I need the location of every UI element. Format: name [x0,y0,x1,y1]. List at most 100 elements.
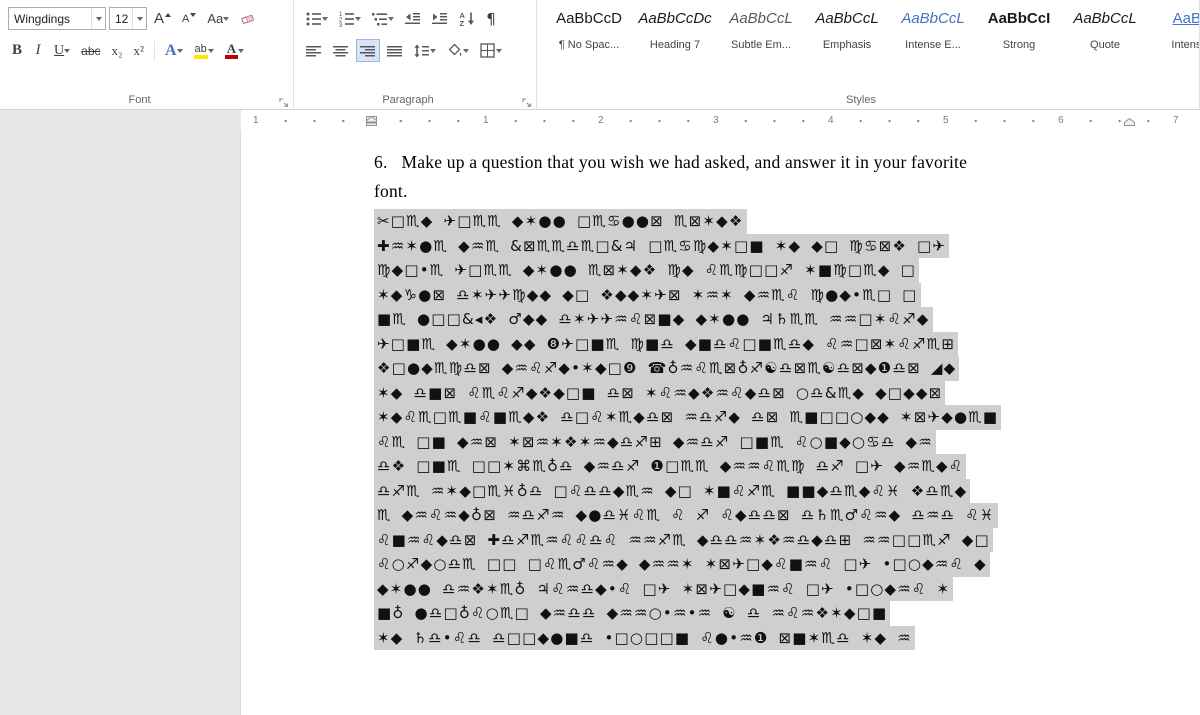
align-left-button[interactable] [302,39,326,62]
question-paragraph[interactable]: 6. Make up a question that you wish we ha… [374,148,1200,177]
selected-wingdings-line[interactable]: ♎❖ □■♏ □□✶⌘♏♁♎ ◆♒♎♐ ❶□♏♏ ◆♒♒♌♏♍ ♎♐ □✈ ◆♒… [374,454,967,479]
style-preview: AaBb [1172,10,1199,27]
grow-font-letter: A [154,10,165,27]
selected-wingdings-line[interactable]: ■♁ ●♎□♁♌○♏□ ◆♒♎♎ ◆♒♒○•♒•♒ ☯ ♎ ♒♌♒❖✶◆□■ [374,601,891,626]
selected-wingdings-line[interactable]: ✶◆ ♎■⊠ ♌♏♌♐◆❖◆□■ ♎⊠ ✶♌♒◆❖♒♌◆♎⊠ ○♎&♏◆ ◆□◆… [374,380,946,405]
chevron-down-icon [176,48,183,53]
chevron-down-icon [463,48,469,53]
font-name-select[interactable]: Wingdings [8,7,106,30]
style-strong[interactable]: AaBbCcI Strong [977,8,1061,51]
style-subtle-emphasis[interactable]: AaBbCcL Subtle Em... [719,8,803,51]
subscript-button[interactable]: x₂ [108,39,127,62]
style-intense-reference[interactable]: AaBb Intens... [1149,8,1199,51]
line-spacing-button[interactable] [410,39,440,62]
svg-text:3: 3 [339,23,343,27]
selected-wingdings-line[interactable]: ✂□♏◆ ✈□♏♏ ◆✶●● □♏♋●●⊠ ♏⊠✶◆❖ [374,209,747,234]
font-dialog-launcher[interactable] [279,95,289,108]
selected-wingdings-line[interactable]: ♏ ◆♒♌♒◆♁⊠ ♒♎♐♒ ◆●♎♓♌♏ ♌ ♐ ♌◆♎♎⊠ ♎♄♏♂♌♒◆ … [374,503,998,528]
selected-wingdings-line[interactable]: ✈□■♏ ◆✶●● ◆◆ ❽✈□■♏ ♍■♎ ◆■♎♌□■♏♎◆ ♌♒□⊠✶♌♐… [374,331,959,356]
selected-wingdings-line[interactable]: ✶◆♑●⊠ ♎✶✈✈♍◆◆ ◆□ ❖◆◆✶✈⊠ ✶♒✶ ◆♒♏♌ ♍●◆•♏□ … [374,282,921,307]
text-highlight-button[interactable]: ab [190,39,218,62]
selected-wingdings-line[interactable]: ❖□●◆♏♍♎⊠ ◆♒♌♐◆•✶◆□❾ ☎♁♒♌♏⊠♁♐☯♎⊠♏☯♎⊠◆❶♎⊠ … [374,356,960,381]
style-label: ¶ No Spac... [558,39,620,51]
up-arrow-icon [165,12,172,17]
align-center-button[interactable] [329,39,353,62]
italic-button[interactable]: I [29,39,47,62]
chevron-down-icon[interactable] [132,8,146,29]
justify-icon [387,45,402,56]
style-emphasis[interactable]: AaBbCcL Emphasis [805,8,889,51]
justify-button[interactable] [383,39,407,62]
align-left-icon [306,45,321,56]
right-indent-marker[interactable] [1124,113,1135,131]
horizontal-ruler[interactable]: 1 1 2 3 4 5 6 7 [0,110,1200,132]
word-window: Wingdings 12 A A Aa B I U abc x₂ x² A ab… [0,0,1200,715]
ruler-number: 7 [1170,114,1182,127]
styles-group-label: Styles [846,94,876,106]
bullets-button[interactable] [302,7,332,30]
divider [153,40,155,61]
style-label: Heading 7 [649,39,701,51]
sort-button[interactable]: AZ [455,7,479,30]
underline-button[interactable]: U [50,39,74,62]
shrink-font-button[interactable]: A [178,7,200,30]
chevron-down-icon[interactable] [91,8,105,29]
style-preview: AaBbCcL [901,10,965,27]
font-color-button[interactable]: A [221,39,248,62]
selected-wingdings-line[interactable]: ✶◆ ♄♎•♌♎ ♎□□◆●■♎ •□○□□■ ♌●•♒❶ ⊠■✶♏♎ ✶◆ ♒ [374,625,915,650]
italic-label: I [35,42,41,58]
clear-formatting-button[interactable] [236,7,260,30]
style-no-spacing[interactable]: AaBbCcD ¶ No Spac... [547,8,631,51]
ruler-number: 5 [940,114,952,127]
style-heading-7[interactable]: AaBbCcDc Heading 7 [633,8,717,51]
change-case-button[interactable]: Aa [203,7,233,30]
selected-wingdings-line[interactable]: ♌■♒♌◆♎⊠ ✚♎♐♏♒♌♌♎♌ ♒♒♐♏ ◆♎♎♒✶❖♒♎◆♎⊞ ♒♒□□♏… [374,527,993,552]
chevron-down-icon [355,16,361,21]
svg-text:Z: Z [460,19,465,27]
paragraph-dialog-launcher[interactable] [522,95,532,108]
ribbon: Wingdings 12 A A Aa B I U abc x₂ x² A ab… [0,0,1200,110]
multilevel-list-button[interactable] [368,7,398,30]
document-page[interactable]: 6. Make up a question that you wish we ha… [241,132,1200,715]
shrink-font-letter: A [182,12,190,25]
wingdings-answer-block[interactable]: ✂□♏◆ ✈□♏♏ ◆✶●● □♏♋●●⊠ ♏⊠✶◆❖ ✚♒✶●♏ ◆♒♏ &⊠… [374,209,1200,650]
selected-wingdings-line[interactable]: ♍◆□•♏ ✈□♏♏ ◆✶●● ♏⊠✶◆❖ ♍◆ ♌♏♍□□♐ ✶■♍□♏◆ □ [374,258,919,283]
style-preview: AaBbCcL [729,10,793,27]
font-size-select[interactable]: 12 [109,7,147,30]
selected-wingdings-line[interactable]: ♌○♐◆○♎♏ □□ □♌♏♂♌♒◆ ◆♒♒✶ ✶⊠✈□◆♌■♒♌ □✈ •□○… [374,552,990,577]
bold-button[interactable]: B [8,39,26,62]
selected-wingdings-line[interactable]: ■♏ ●□□&◂❖ ♂◆◆ ♎✶✈✈♒♌⊠■◆ ◆✶●● ♃♄♏♏ ♒♒□✶♌♐… [374,307,933,332]
align-right-icon [360,45,375,56]
decrease-indent-button[interactable] [401,7,425,30]
selected-wingdings-line[interactable]: ◆✶●● ♎♒❖✶♏♁ ♃♌♒♎◆•♌ □✈ ✶⊠✈□◆■♒♌ □✈ •□○◆♒… [374,576,954,601]
font-group-label: Font [128,94,151,106]
paint-bucket-icon [448,43,462,56]
bullet-list-icon [306,12,321,25]
hanging-indent-marker[interactable] [366,113,377,131]
superscript-button[interactable]: x² [130,39,148,62]
grow-font-button[interactable]: A [150,7,175,30]
style-quote[interactable]: AaBbCcL Quote [1063,8,1147,51]
align-right-button[interactable] [356,39,380,62]
shading-button[interactable] [443,39,473,62]
text-effects-button[interactable]: A [161,39,187,62]
style-label: Emphasis [822,39,872,51]
style-intense-emphasis[interactable]: AaBbCcL Intense E... [891,8,975,51]
font-name-value: Wingdings [14,11,71,26]
selected-wingdings-line[interactable]: ✚♒✶●♏ ◆♒♏ &⊠♏♏♎♏□&♃ □♏♋♍◆✶□■ ✶◆ ◆□ ♍♋⊠❖ … [374,233,950,258]
selected-wingdings-line[interactable]: ♎♐♏ ♒✶◆□♏♓♁♎ □♌♎♎◆♏♒ ◆□ ✶■♌♐♏ ■■◆♎♏◆♌♓ ❖… [374,478,971,503]
strikethrough-button[interactable]: abc [77,39,104,62]
borders-button[interactable] [476,39,506,62]
font-size-value: 12 [115,11,129,26]
selected-wingdings-line[interactable]: ✶◆♌♏□♏■♌■♏◆❖ ♎□♌✶♏◆♎⊠ ♒♎♐◆ ♎⊠ ♏■□□○◆◆ ✶⊠… [374,405,1002,430]
numbering-button[interactable]: 123 [335,7,365,30]
ruler-number: 6 [1055,114,1067,127]
style-label: Intense E... [905,39,961,51]
chevron-down-icon [322,16,328,21]
style-label: Intens... [1171,39,1199,51]
show-hide-paragraph-button[interactable]: ¶ [482,7,500,30]
increase-indent-button[interactable] [428,7,452,30]
selected-wingdings-line[interactable]: ♌♏ □■ ◆♒⊠ ✶⊠♒✶❖✶♒◆♎♐⊞ ◆♒♎♐ □■♏ ♌○■◆○♋♎ ◆… [374,429,936,454]
paragraph-group: 123 AZ ¶ Paragraph [294,0,537,109]
question-text-line2[interactable]: font. [374,177,1200,206]
